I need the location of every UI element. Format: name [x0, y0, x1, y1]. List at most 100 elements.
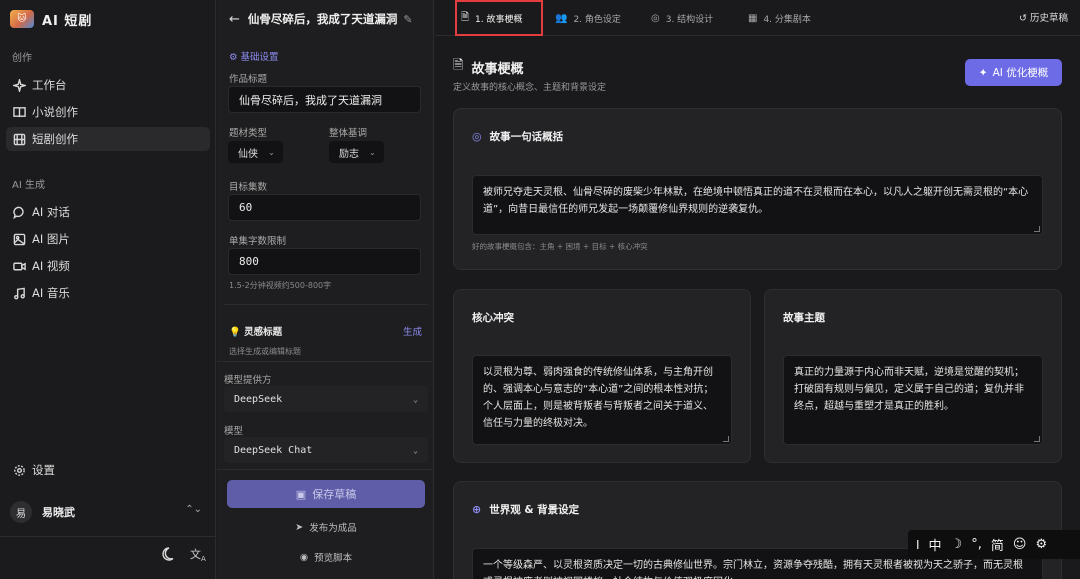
world-title: 世界观 & 背景设定 [489, 504, 580, 516]
logline-title: 故事一句话概括 [489, 131, 564, 143]
ime-punctuation-toggle[interactable]: °, [971, 537, 982, 552]
history-drafts-button[interactable]: ↺ 历史草稿 [1019, 10, 1068, 24]
inspire-generate-link[interactable]: 生成 [403, 324, 422, 338]
send-icon: ➤ [295, 521, 304, 533]
logline-text: 被师兄夺走天灵根、仙骨尽碎的废柴少年林默，在绝境中顿悟真正的道不在灵根而在本心，… [483, 187, 1029, 215]
resize-handle[interactable] [1034, 436, 1040, 442]
theme-title: 故事主题 [783, 312, 825, 324]
chat-icon [12, 205, 26, 219]
save-draft-button[interactable]: ▣ 保存草稿 [227, 480, 425, 508]
sparkle-icon [12, 78, 26, 92]
tone-select[interactable]: 励志 ⌄ [329, 141, 384, 163]
work-title: 仙骨尽碎后，我成了天道漏洞 [247, 12, 398, 26]
ime-emoji-icon[interactable]: ☺ [1013, 537, 1027, 552]
brand[interactable]: 🐱 AI 短剧 [10, 9, 92, 29]
logline-textarea[interactable]: 被师兄夺走天灵根、仙骨尽碎的废柴少年林默，在绝境中顿悟真正的道不在灵根而在本心，… [472, 175, 1043, 235]
edit-icon[interactable]: ✎ [403, 13, 412, 26]
page-subtitle: 定义故事的核心概念、主题和背景设定 [453, 83, 607, 93]
ime-chinese-toggle[interactable]: 中 [929, 535, 942, 554]
divider [217, 361, 434, 362]
theme-card: 故事主题 真正的力量源于内心而非天赋，逆境是觉醒的契机；打破固有规则与偏见，定义… [764, 289, 1062, 463]
sidebar-item-workbench[interactable]: 工作台 [6, 73, 210, 97]
tone-value: 励志 [339, 148, 359, 160]
moon-icon[interactable] [162, 546, 178, 562]
user-menu[interactable]: 易 易晓武 ⌃⌄ [10, 500, 210, 524]
logline-heading: ◎ 故事一句话概括 [472, 129, 563, 144]
user-name: 易晓武 [42, 506, 75, 519]
title-input[interactable]: 仙骨尽碎后，我成了天道漏洞 [228, 86, 421, 113]
tab-episodes[interactable]: ▦ 4. 分集剧本 [748, 8, 811, 28]
world-text: 一个等级森严、以灵根资质决定一切的古典修仙世界。宗门林立，资源争夺残酷，拥有天灵… [483, 560, 1023, 579]
sidebar-item-settings[interactable]: 设置 [6, 458, 210, 482]
sparkle-icon: ✦ [978, 66, 988, 79]
world-heading: ⊕ 世界观 & 背景设定 [472, 502, 579, 517]
sidebar-item-label: 小说创作 [32, 105, 78, 119]
gear-icon [12, 463, 26, 477]
tab-label: 4. 分集剧本 [763, 14, 811, 25]
target-icon: ◎ [651, 12, 660, 24]
history-icon: ↺ [1018, 13, 1027, 24]
divider [0, 536, 216, 537]
sidebar-item-ai-video[interactable]: AI 视频 [6, 254, 210, 278]
chevron-down-icon: ⌄ [413, 445, 418, 455]
tab-structure[interactable]: ◎ 3. 结构设计 [651, 8, 713, 28]
ime-simplified-toggle[interactable]: 简 [991, 535, 1004, 554]
tone-label: 整体基调 [329, 128, 368, 139]
image-icon [12, 232, 26, 246]
episodes-input[interactable]: 60 [228, 194, 421, 221]
tab-story-synopsis[interactable]: 🗎 1. 故事梗概 [461, 8, 523, 28]
avatar: 易 [10, 501, 32, 523]
video-icon [12, 259, 26, 273]
publish-button[interactable]: ➤ 发布为成品 [227, 516, 425, 538]
sidebar-item-novel[interactable]: 小说创作 [6, 100, 210, 124]
sidebar-item-label: AI 对话 [32, 205, 70, 219]
ai-optimize-button[interactable]: ✦ AI 优化梗概 [965, 59, 1062, 86]
chevron-down-icon: ⌄ [413, 394, 418, 404]
translate-icon[interactable]: 文A [190, 546, 206, 563]
back-arrow-icon[interactable]: ← [229, 12, 240, 27]
sidebar-item-shortdrama[interactable]: 短剧创作 [6, 127, 210, 151]
ime-moon-icon[interactable]: ☽ [951, 537, 963, 552]
sidebar-item-ai-image[interactable]: AI 图片 [6, 227, 210, 251]
ime-settings-icon[interactable]: ⚙ [1035, 537, 1047, 552]
doc-icon: 🗎 [461, 11, 470, 23]
resize-handle[interactable] [1034, 226, 1040, 232]
sidebar-item-ai-chat[interactable]: AI 对话 [6, 200, 210, 224]
sidebar-item-label: AI 视频 [32, 259, 70, 273]
episodes-label: 目标集数 [229, 182, 268, 193]
sidebar-item-ai-music[interactable]: AI 音乐 [6, 281, 210, 305]
tab-label: 1. 故事梗概 [475, 14, 523, 25]
chevron-down-icon: ⌄ [268, 147, 275, 157]
provider-value: DeepSeek [234, 393, 283, 405]
tab-characters[interactable]: 👥 2. 角色设定 [555, 8, 621, 28]
logline-card: ◎ 故事一句话概括 被师兄夺走天灵根、仙骨尽碎的废柴少年林默，在绝境中顿悟真正的… [453, 108, 1062, 270]
save-icon: ▣ [295, 487, 307, 501]
title-label: 作品标题 [229, 74, 268, 85]
divider [217, 469, 434, 470]
provider-select[interactable]: DeepSeek ⌄ [224, 386, 428, 412]
theme-textarea[interactable]: 真正的力量源于内心而非天赋，逆境是觉醒的契机；打破固有规则与偏见，定义属于自己的… [783, 355, 1043, 445]
conflict-title: 核心冲突 [472, 312, 514, 324]
resize-handle[interactable] [723, 436, 729, 442]
model-select[interactable]: DeepSeek Chat ⌄ [224, 437, 428, 463]
chevron-updown-icon: ⌃⌄ [185, 504, 202, 515]
sidebar-item-label: AI 音乐 [32, 286, 70, 300]
preview-button[interactable]: ◉ 预览脚本 [227, 546, 425, 568]
main-content: 🗎 1. 故事梗概 👥 2. 角色设定 ◎ 3. 结构设计 ▦ 4. 分集剧本 ↺ 历史… [435, 0, 1080, 579]
editor-panel: ← 仙骨尽碎后，我成了天道漏洞 ✎ ⚙ 基础设置 作品标题 仙骨尽碎后，我成了天… [217, 0, 434, 579]
preview-label: 预览脚本 [314, 553, 353, 564]
brand-title: AI 短剧 [42, 13, 93, 29]
genre-select[interactable]: 仙侠 ⌄ [228, 141, 283, 163]
sidebar-item-label: 设置 [32, 463, 55, 477]
chevron-down-icon: ⌄ [369, 147, 376, 157]
conflict-textarea[interactable]: 以灵根为尊、弱肉强食的传统修仙体系，与主角开创的、强调本心与意志的“本心道”之间… [472, 355, 732, 445]
wordlimit-input[interactable]: 800 [228, 248, 421, 275]
theme-heading: 故事主题 [783, 310, 825, 325]
conflict-heading: 核心冲突 [472, 310, 514, 325]
tab-label: 2. 角色设定 [573, 14, 621, 25]
tab-label: 3. 结构设计 [665, 14, 714, 25]
provider-label: 模型提供方 [224, 375, 272, 386]
sidebar-item-label: 短剧创作 [32, 132, 78, 146]
publish-label: 发布为成品 [309, 523, 357, 534]
model-value: DeepSeek Chat [234, 444, 313, 456]
